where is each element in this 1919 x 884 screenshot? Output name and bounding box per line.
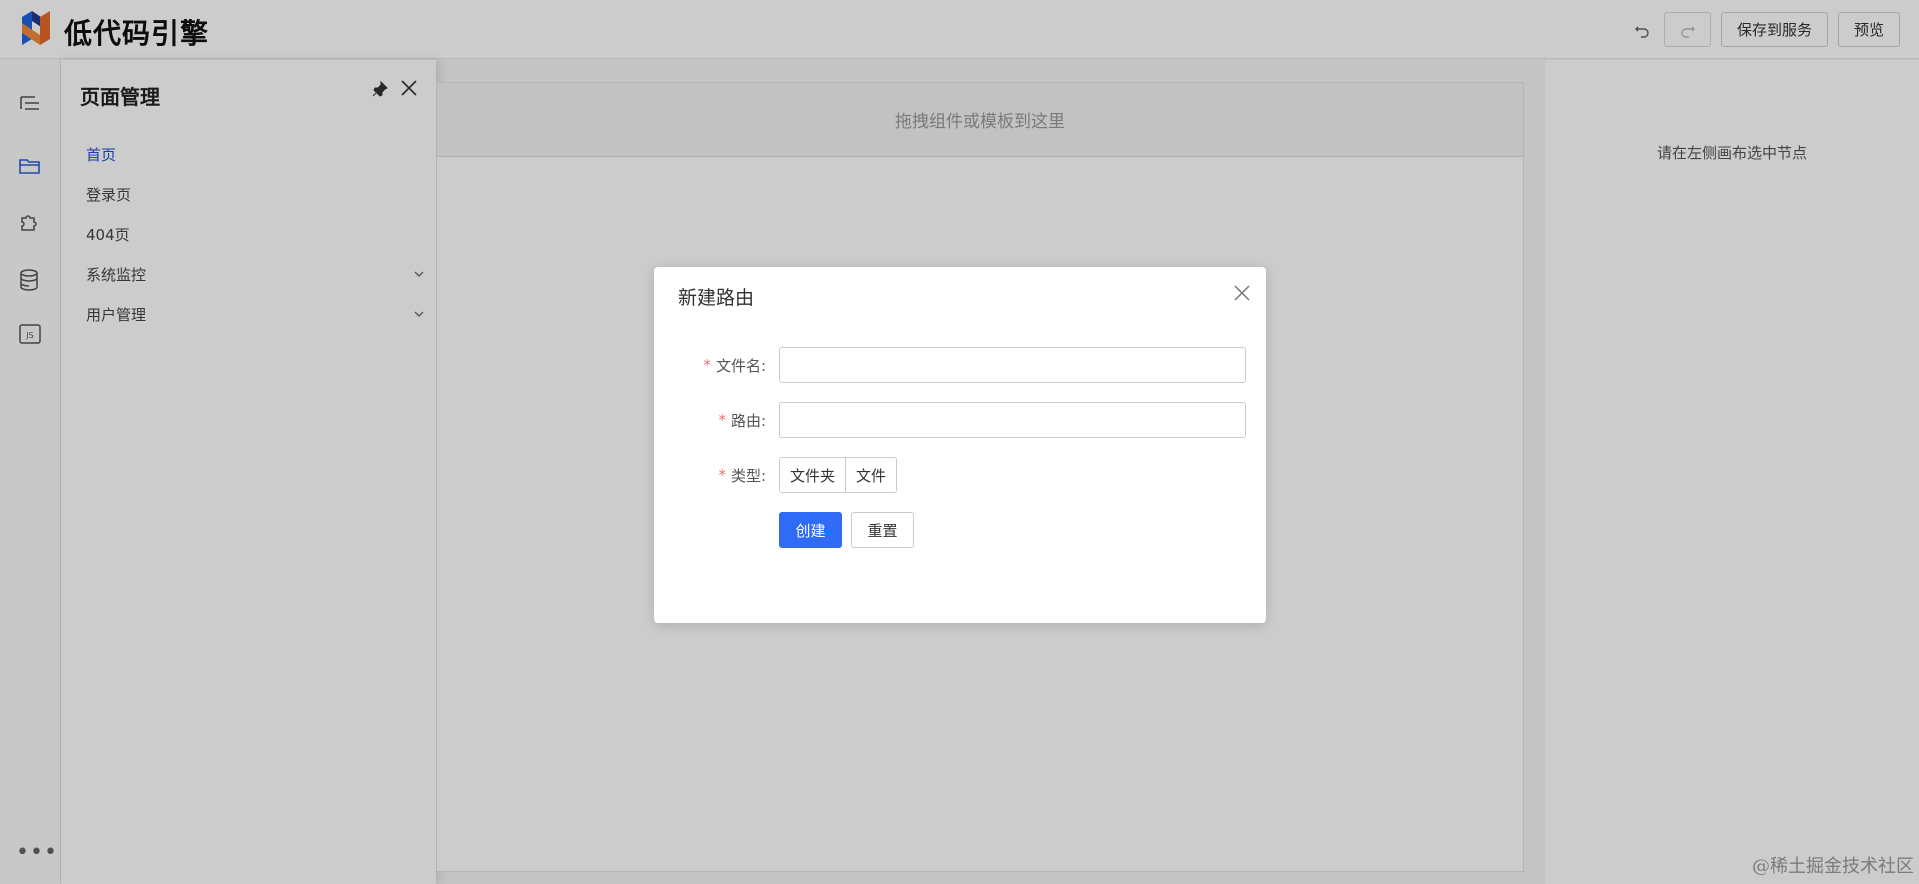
type-label-text: 类型: <box>730 466 766 485</box>
reset-button[interactable]: 重置 <box>851 512 914 548</box>
filename-label: * 文件名: <box>703 347 766 383</box>
type-row: * 类型: 文件夹 文件 <box>654 457 1266 493</box>
filename-row: * 文件名: <box>654 347 1266 383</box>
type-radio-group: 文件夹 文件 <box>779 457 898 493</box>
type-label: * 类型: <box>718 457 766 493</box>
required-mark: * <box>703 356 711 374</box>
required-mark: * <box>718 411 726 429</box>
filename-input[interactable] <box>779 347 1246 383</box>
route-label-text: 路由: <box>730 411 766 430</box>
type-option-file[interactable]: 文件 <box>845 458 897 492</box>
type-option-folder[interactable]: 文件夹 <box>780 458 846 492</box>
dialog-close-button[interactable] <box>1230 281 1254 305</box>
route-label: * 路由: <box>718 402 766 438</box>
route-input[interactable] <box>779 402 1246 438</box>
new-route-dialog: 新建路由 * 文件名: * 路由: * 类型: 文件夹 文件 创建 重置 <box>654 267 1266 623</box>
dialog-title: 新建路由 <box>678 287 755 309</box>
required-mark: * <box>718 466 726 484</box>
actions-row: 创建 重置 <box>654 512 1266 548</box>
create-button[interactable]: 创建 <box>779 512 842 548</box>
filename-label-text: 文件名: <box>715 356 766 375</box>
route-row: * 路由: <box>654 402 1266 438</box>
close-icon <box>1234 285 1250 301</box>
